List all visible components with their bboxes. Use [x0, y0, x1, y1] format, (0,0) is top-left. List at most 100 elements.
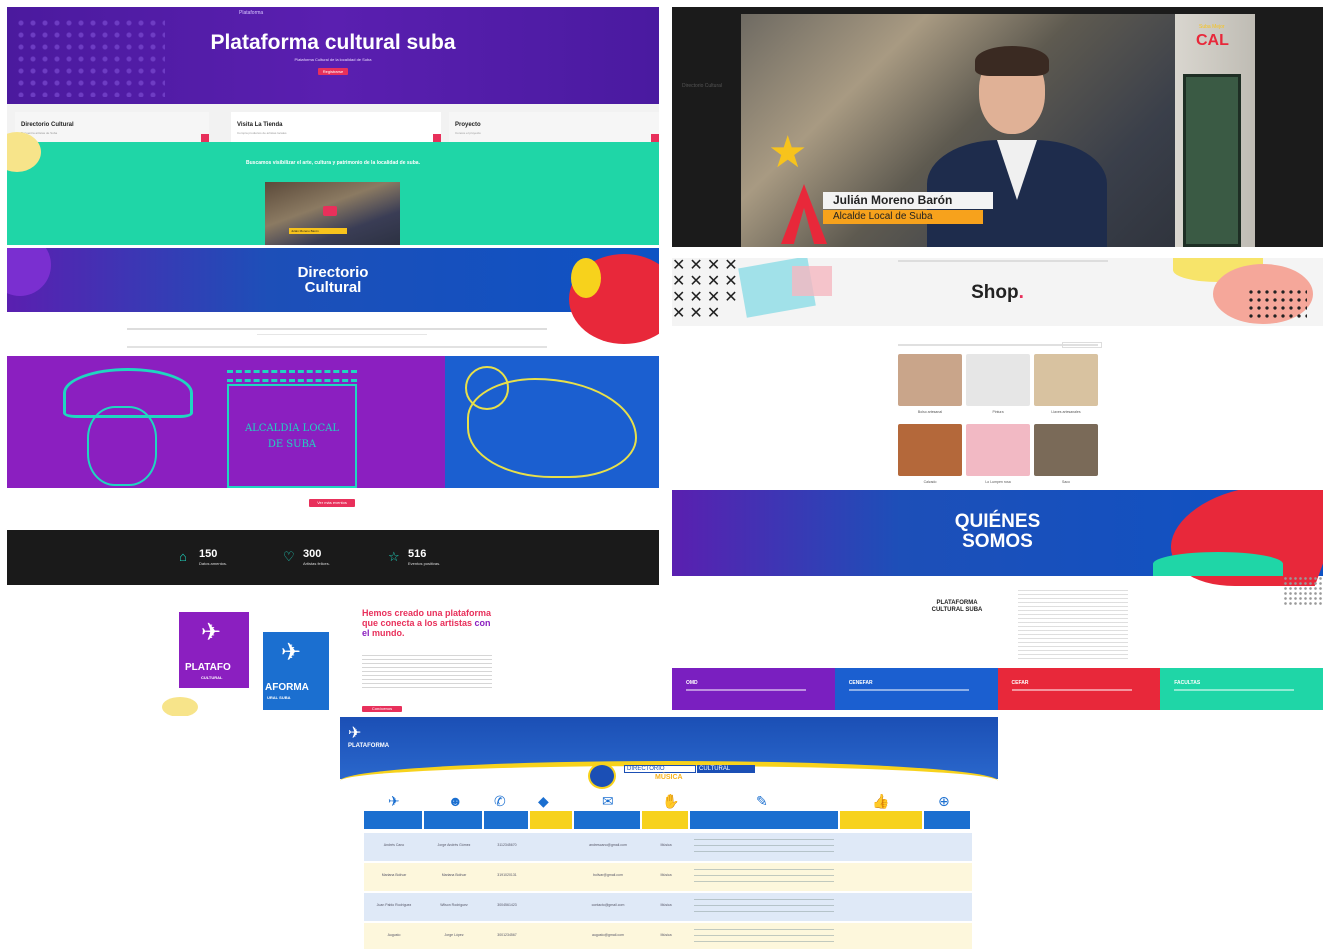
bird-icon: ✈ [348, 725, 362, 742]
product-image[interactable] [966, 424, 1030, 476]
band-text [1011, 689, 1132, 691]
table-cell: Juan Pablo Rodríguez [376, 903, 412, 907]
about-body [362, 655, 492, 691]
stats-bar: ⌂ 150 Datos amentos. ♡ 300 Artistas feli… [7, 530, 659, 585]
heart-icon: ♡ [283, 549, 295, 564]
logo-subtext: URAL SUBA [267, 695, 291, 700]
illustration-purple: ALCALDIA LOCAL DE SUBA [7, 356, 445, 488]
product-label[interactable]: Lo Lumpen rosa [966, 480, 1030, 484]
product-image[interactable] [898, 354, 962, 406]
stats-panel: Ver más eventos ⌂ 150 Datos amentos. ♡ 3… [7, 490, 659, 716]
table-cell: Jorge Andrés Gómez [437, 843, 471, 847]
card-directorio[interactable]: Directorio Cultural Encuentra artistas d… [15, 112, 209, 142]
star-icon: ★ [768, 128, 808, 177]
arrow-icon [201, 134, 209, 142]
video-panel: Directorio Cultural ★ Julián Moreno Baró… [672, 7, 1323, 247]
card-tienda[interactable]: Visita La Tienda Compra productos de art… [231, 112, 441, 142]
heading-line: CULTURAL SUBA [931, 607, 983, 613]
speaker-role: Alcalde Local de Suba [823, 210, 983, 224]
shop-hero: ✕✕✕✕ ✕✕✕✕ ✕✕✕✕ ✕✕✕ Shop. [672, 258, 1323, 326]
directorio-hero: Directorio Cultural [7, 248, 659, 344]
site-logo[interactable]: Plataforma [239, 10, 263, 16]
description-line [694, 839, 834, 840]
product-image[interactable] [898, 424, 962, 476]
events-button[interactable]: Ver más eventos [309, 499, 355, 507]
search-input[interactable] [1062, 342, 1102, 348]
description-line [694, 869, 834, 870]
card-proyecto[interactable]: Proyecto Conoce el proyecto [449, 112, 659, 142]
band-text [686, 689, 806, 691]
description-line [694, 851, 834, 852]
product-label[interactable]: Saco [1034, 480, 1098, 484]
register-button[interactable]: Registrarse [318, 68, 348, 75]
title-dot: . [1018, 282, 1024, 303]
partner-band[interactable]: FACULTAS [1160, 668, 1323, 710]
product-label[interactable]: Pintura [966, 410, 1030, 414]
home-hero: Plataforma Plataforma cultural suba Plat… [7, 7, 659, 104]
brand-logo: CAL [1196, 32, 1229, 49]
learn-more-button[interactable]: Conócenos [362, 706, 402, 712]
logo-text: PLATAFO [185, 662, 231, 673]
star-icon: ☆ [388, 549, 400, 564]
table-cell: Mariana Bolívar [381, 873, 407, 877]
table-cell: Wilson Rodríguez [440, 903, 468, 907]
table-cell: augusto@gmail.com [592, 933, 624, 937]
partner-band[interactable]: OMD [672, 668, 836, 710]
arrow-icon [651, 134, 659, 142]
category-nav[interactable] [127, 346, 547, 348]
table-row[interactable]: Augusto Jorge López 3001234567 augusto@gmai… [364, 923, 972, 949]
video-thumbnail[interactable]: Julián Moreno Barón [265, 182, 400, 245]
about-panel: QUIÉNES SOMOS PLATAFORMA CULTURAL SUBA O… [672, 490, 1323, 716]
product-label[interactable]: Llaves artesanales [1034, 410, 1098, 414]
logo-purple: ✈ PLATAFO CULTURAL [179, 612, 249, 688]
band-title: CEFAR [1011, 680, 1029, 686]
table-header-cell [690, 811, 838, 829]
section-heading: PLATAFORMA CULTURAL SUBA [912, 600, 1002, 614]
description-line [694, 911, 834, 912]
directory-category: MÚSICA [655, 774, 683, 781]
logo-blue: ✈ AFORMA URAL SUBA [263, 632, 329, 710]
bird-icon: ✈ [388, 793, 400, 809]
directory-label: CULTURAL [697, 765, 755, 773]
product-label[interactable]: Bolso artesanal [898, 410, 962, 414]
table-cell: Música [660, 843, 672, 847]
speaker-hair [975, 46, 1049, 76]
table-cell: 3001234567 [497, 933, 517, 937]
top-nav[interactable] [898, 260, 1108, 262]
arrow-icon [433, 134, 441, 142]
table-row[interactable]: Andrés Cano Jorge Andrés Gómez 3112345670 a… [364, 833, 972, 861]
person-icon: ☻ [448, 793, 463, 809]
face-drawing [87, 406, 157, 486]
partner-band[interactable]: CEFAR [997, 668, 1162, 710]
table-header-cell [924, 811, 970, 829]
table-cell: andrescano@gmail.com [589, 843, 627, 847]
band-title: OMD [686, 680, 698, 686]
play-icon[interactable] [323, 206, 337, 216]
page-title: Directorio Cultural [7, 265, 659, 295]
table-row[interactable]: Mariana Bolívar Mariana Bolívar 3191020131… [364, 863, 972, 891]
brand-small: Suba Mejor [1199, 24, 1225, 30]
product-image[interactable] [1034, 354, 1098, 406]
like-icon: 👍 [872, 793, 890, 809]
card-title: Visita La Tienda [237, 122, 283, 128]
about-body [1018, 590, 1128, 660]
title-line: SOMOS [962, 531, 1033, 552]
thumb-caption: Julián Moreno Barón [289, 228, 347, 234]
wave-drawing [227, 370, 357, 382]
video-frame[interactable]: ★ Julián Moreno Barón Alcalde Local de S… [741, 14, 1255, 247]
title-line: Cultural [304, 279, 362, 296]
table-row[interactable]: Juan Pablo Rodríguez Wilson Rodríguez 3004… [364, 893, 972, 921]
brand-a-icon [781, 184, 827, 244]
description-line [694, 881, 834, 882]
product-label[interactable]: Calzado [898, 480, 962, 484]
partner-band[interactable]: CENEFAR [834, 668, 999, 710]
decorative-shape [1153, 552, 1283, 576]
dot-pattern [1283, 576, 1323, 606]
product-image[interactable] [966, 354, 1030, 406]
shop-title-text: Shop [971, 282, 1019, 303]
description-line [694, 941, 834, 942]
table-cell: Música [660, 933, 672, 937]
card-subtitle: Conoce el proyecto [455, 131, 481, 135]
whatsapp-icon: ✆ [494, 793, 506, 809]
product-image[interactable] [1034, 424, 1098, 476]
